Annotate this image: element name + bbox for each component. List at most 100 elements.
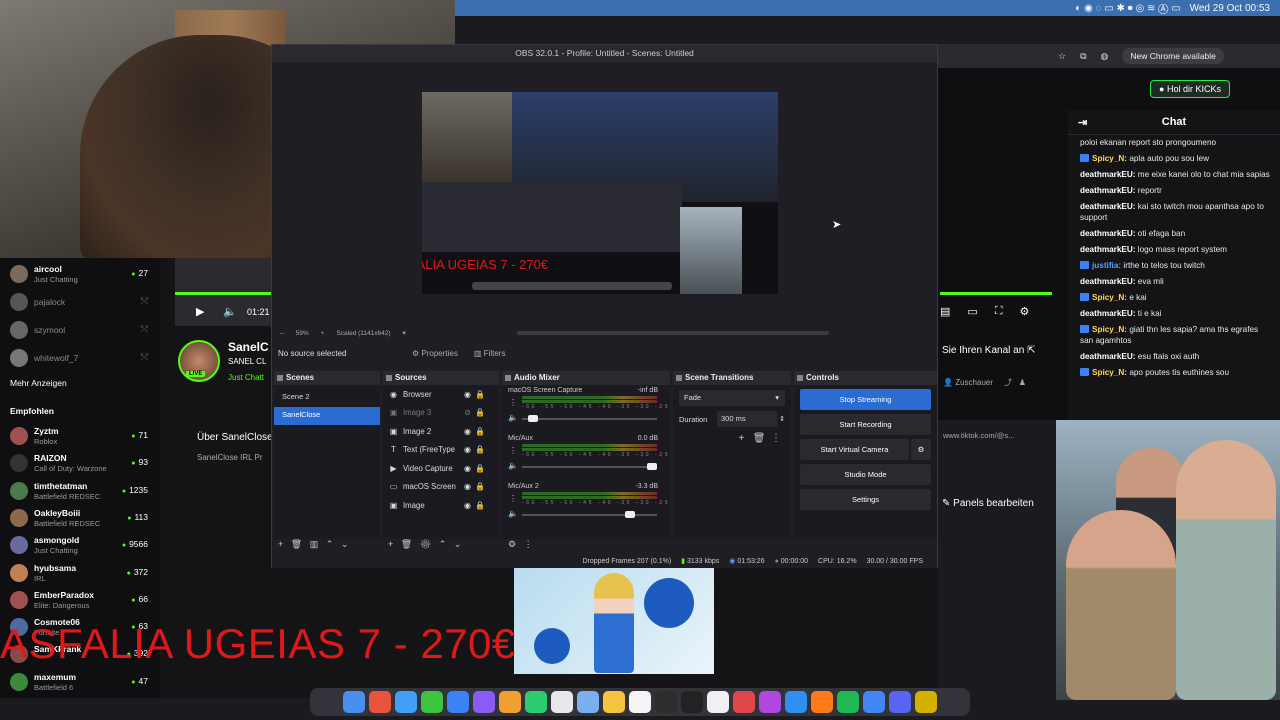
streamer-name[interactable]: SanelC [228, 340, 269, 354]
remove-scene-icon[interactable]: 🗑 [291, 539, 302, 549]
sidebar-recommended-channel[interactable]: asmongoldJust Chatting 9566 [10, 533, 158, 559]
sidebar-channel[interactable]: aircoolJust Chatting 27 [10, 262, 158, 288]
follow-icon[interactable]: ♟ [1019, 378, 1026, 387]
source-item[interactable]: ▭ macOS Screen ◉ 🔒 [383, 478, 499, 497]
sidebar-recommended-channel[interactable]: ZyztmRoblox 71 [10, 424, 158, 450]
lock-icon[interactable]: 🔒 [475, 390, 485, 399]
source-up-icon[interactable]: ⌃ [439, 539, 447, 549]
visit-channel-link[interactable]: Sie Ihren Kanal an ⇱ [942, 345, 1035, 356]
virtual-camera-button[interactable]: Start Virtual Camera [800, 439, 909, 460]
podcasts-icon[interactable] [733, 691, 755, 713]
visibility-eye-icon[interactable]: ⊘ [464, 408, 471, 417]
sidebar-recommended-channel[interactable]: EmberParadoxElite: Dangerous 66 [10, 588, 158, 614]
chrome-icon[interactable] [837, 691, 859, 713]
sidebar-channel[interactable]: pajalock ⤲ [10, 290, 158, 316]
bookmark-star-icon[interactable]: ☆ [1058, 51, 1066, 62]
calendar-icon[interactable] [551, 691, 573, 713]
visibility-eye-icon[interactable]: ◉ [464, 427, 471, 436]
chat-username[interactable]: deathmarkEU: [1080, 186, 1136, 195]
start-recording-button[interactable]: Start Recording [800, 414, 931, 435]
obs-preview[interactable]: ASFALIA UGEIAS 7 - 270€ [422, 92, 778, 294]
settings-icon[interactable] [681, 691, 703, 713]
finder-icon[interactable] [343, 691, 365, 713]
mixer-settings-icon[interactable]: ⚙ [508, 539, 516, 549]
settings-button[interactable]: Settings [800, 489, 931, 510]
chat-username[interactable]: Spicy_N: [1092, 368, 1127, 377]
sidebar-recommended-channel[interactable]: OakleyBoiiiBattlefield REDSEC 113 [10, 506, 158, 532]
scale-dropdown-icon[interactable]: ▾ [403, 329, 406, 337]
stream-category[interactable]: Just Chatt [228, 373, 264, 382]
preview-scrollbar[interactable] [517, 331, 829, 335]
source-item[interactable]: ▣ Image ◉ 🔒 [383, 496, 499, 515]
source-settings-icon[interactable]: ⚙ [420, 539, 431, 549]
safari-icon[interactable] [395, 691, 417, 713]
trash-icon[interactable] [915, 691, 937, 713]
app-store-icon[interactable] [759, 691, 781, 713]
source-item[interactable]: ▣ Image 3 ⊘ 🔒 [383, 404, 499, 423]
chat-username[interactable]: deathmarkEU: [1080, 202, 1136, 211]
studio-mode-button[interactable]: Studio Mode [800, 464, 931, 485]
sidebar-channel[interactable]: whitewolf_7 ⤲ [10, 346, 158, 372]
properties-button[interactable]: ⚙ Properties [412, 349, 458, 358]
facetime-icon[interactable] [525, 691, 547, 713]
visibility-eye-icon[interactable]: ◉ [464, 482, 471, 491]
settings-gear-icon[interactable]: ⚙ [1020, 305, 1030, 318]
firefox-icon[interactable] [785, 691, 807, 713]
zoom-out-icon[interactable]: – [280, 330, 284, 337]
lock-icon[interactable]: 🔒 [475, 482, 485, 491]
fullscreen-icon[interactable]: ⛶ [995, 305, 1003, 318]
sidebar-recommended-channel[interactable]: RAIZONCall of Duty: Warzone 93 [10, 451, 158, 477]
source-down-icon[interactable]: ⌄ [454, 539, 462, 549]
chat-username[interactable]: deathmarkEU: [1080, 277, 1136, 286]
chat-username[interactable]: deathmarkEU: [1080, 245, 1136, 254]
source-item[interactable]: T Text (FreeType ◉ 🔒 [383, 441, 499, 460]
transition-menu-icon[interactable]: ⋮ [771, 433, 781, 444]
scene-item[interactable]: Scene 2 [274, 389, 380, 407]
chat-username[interactable]: Spicy_N: [1092, 325, 1127, 334]
scene-filter-icon[interactable]: ▥ [310, 539, 319, 549]
volume-slider[interactable] [522, 514, 657, 516]
lock-icon[interactable]: 🔒 [475, 427, 485, 436]
reminders-icon[interactable] [603, 691, 625, 713]
chat-username[interactable]: deathmarkEU: [1080, 309, 1136, 318]
virtual-camera-settings-icon[interactable]: ⚙ [911, 439, 931, 460]
move-up-icon[interactable]: ⌃ [326, 539, 334, 549]
messages-icon[interactable] [421, 691, 443, 713]
clip-icon[interactable]: ▤ [940, 305, 950, 318]
duration-stepper-icon[interactable]: ⇕ [779, 415, 785, 423]
chat-username[interactable]: deathmarkEU: [1080, 352, 1136, 361]
discord-icon[interactable] [863, 691, 885, 713]
chat-username[interactable]: deathmarkEU: [1080, 229, 1136, 238]
channel-menu-icon[interactable]: ⋮ [509, 398, 517, 407]
lock-icon[interactable]: 🔒 [475, 464, 485, 473]
channel-menu-icon[interactable]: ⋮ [509, 494, 517, 503]
stop-streaming-button[interactable]: Stop Streaming [800, 389, 931, 410]
chat-collapse-icon[interactable]: ⇥ [1078, 116, 1087, 129]
volume-slider[interactable] [522, 466, 657, 468]
show-more-link[interactable]: Mehr Anzeigen [10, 378, 67, 388]
add-transition-icon[interactable]: + [739, 433, 745, 444]
kicks-button[interactable]: ● Hol dir KICKs [1150, 80, 1230, 98]
lock-icon[interactable]: 🔒 [475, 445, 485, 454]
duration-input[interactable]: 300 ms [717, 411, 778, 427]
visibility-eye-icon[interactable]: ◉ [464, 445, 471, 454]
visibility-eye-icon[interactable]: ◉ [464, 501, 471, 510]
obs-icon[interactable] [889, 691, 911, 713]
maps-icon[interactable] [473, 691, 495, 713]
chat-username[interactable]: Spicy_N: [1092, 154, 1127, 163]
visibility-eye-icon[interactable]: ◉ [464, 390, 471, 399]
sidebar-recommended-channel[interactable]: maxemumBattlefield 6 47 [10, 670, 158, 696]
scene-item[interactable]: SanelClose [274, 407, 380, 425]
volume-slider-knob[interactable] [624, 511, 635, 518]
volume-slider-knob[interactable] [528, 415, 539, 422]
source-item[interactable]: ◉ Browser ◉ 🔒 [383, 385, 499, 404]
chat-username[interactable]: justifia: [1092, 261, 1121, 270]
move-down-icon[interactable]: ⌄ [341, 539, 349, 549]
music-icon[interactable] [707, 691, 729, 713]
tiktok-link[interactable]: www.tiktok.com/@s... [943, 431, 1014, 440]
source-item[interactable]: ▣ Image 2 ◉ 🔒 [383, 422, 499, 441]
photos-icon[interactable] [499, 691, 521, 713]
share-icon[interactable]: ⤴ [1004, 378, 1012, 387]
spotify-icon[interactable] [811, 691, 833, 713]
launchpad-icon[interactable] [369, 691, 391, 713]
